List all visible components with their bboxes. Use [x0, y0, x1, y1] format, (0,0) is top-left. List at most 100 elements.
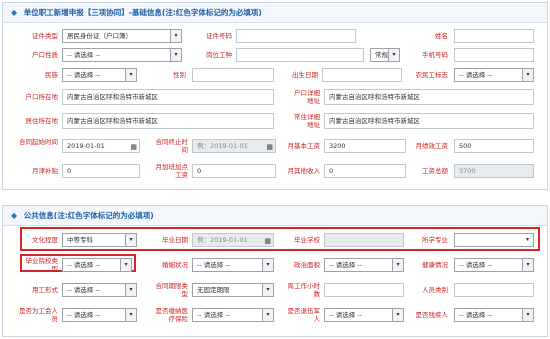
- diamond-icon: ◆: [11, 211, 18, 220]
- label-name: 姓名: [435, 32, 448, 40]
- disabled-select[interactable]: -- 请选择 -- ▾: [454, 308, 534, 322]
- union-member-select[interactable]: -- 请选择 -- ▾: [62, 308, 137, 322]
- label-performance-salary: 月绩效工资: [415, 142, 449, 150]
- label-overtime-pay: 月加班加点工资: [155, 163, 189, 179]
- other-income-input[interactable]: 0: [324, 164, 406, 178]
- contract-start-input[interactable]: 2019-01-01 ▦: [62, 139, 140, 153]
- basic-info-header: ◆ 单位职工新增申报【三项协同】-基础信息(注:红色字体标记的为必填项): [3, 3, 547, 23]
- chevron-down-icon: ▾: [262, 259, 273, 271]
- overtime-pay-input[interactable]: 0: [192, 164, 276, 178]
- school-type-select[interactable]: -- 请选择 -- ▾: [62, 258, 132, 272]
- weekly-hours-input[interactable]: [324, 283, 404, 297]
- label-hukou-type: 户口性质: [32, 51, 58, 59]
- label-ethnicity: 民族: [45, 71, 58, 79]
- job-type-input[interactable]: [236, 48, 364, 62]
- label-residence-address: 常住详细地址: [294, 113, 320, 129]
- chevron-down-icon: ▾: [392, 309, 403, 321]
- allowance-input[interactable]: 0: [62, 164, 140, 178]
- diamond-icon: ◆: [11, 8, 18, 17]
- calendar-icon[interactable]: ▦: [264, 235, 271, 246]
- public-info-header: ◆ 公共信息(注:红色字体标记的为必填项): [3, 206, 547, 226]
- label-personnel-category: 人员类别: [422, 286, 448, 294]
- education-select[interactable]: 中等专科 ▾: [62, 233, 137, 247]
- ethnicity-select[interactable]: -- 请选择 -- ▾: [62, 68, 137, 82]
- chevron-down-icon: ▾: [125, 309, 136, 321]
- label-id-number: 证件号码: [206, 32, 232, 40]
- basic-info-title: 单位职工新增申报【三项协同】-基础信息(注:红色字体标记的为必填项): [23, 8, 262, 17]
- contract-end-input[interactable]: 例：2019-01-01 ▦: [192, 139, 276, 153]
- label-medical-insurance: 是否缴纳医疗保险: [155, 307, 189, 323]
- health-select[interactable]: -- 请选择 -- ▾: [454, 258, 534, 272]
- chevron-down-icon: ▾: [522, 69, 533, 81]
- personnel-category-input[interactable]: [454, 283, 534, 297]
- calendar-icon[interactable]: ▦: [130, 141, 137, 152]
- label-health: 健康情况: [422, 261, 448, 269]
- chevron-down-icon: ▾: [125, 284, 136, 296]
- id-number-input[interactable]: [236, 29, 356, 43]
- job-category-select[interactable]: 常规 ▾: [370, 48, 400, 62]
- veteran-select[interactable]: -- 请选择 -- ▾: [324, 308, 404, 322]
- label-hukou-location: 户口所在地: [25, 93, 59, 101]
- performance-salary-input[interactable]: 500: [454, 139, 534, 153]
- chevron-down-icon: ▾: [525, 236, 529, 243]
- total-salary-input: 3700: [454, 164, 534, 178]
- contract-term-type-select[interactable]: 无固定期限 ▾: [192, 283, 274, 297]
- label-contract-end: 合同终止时间: [155, 138, 189, 154]
- label-hukou-address: 户口详细地址: [294, 89, 320, 105]
- label-mobile: 手机号码: [422, 51, 448, 59]
- label-contract-term-type: 合同期限类型: [155, 282, 189, 298]
- gender-input[interactable]: [192, 68, 274, 82]
- birth-date-input[interactable]: [322, 68, 402, 82]
- label-allowance: 月津补贴: [32, 167, 58, 175]
- hukou-address-input[interactable]: 内蒙古自治区呼和浩特市新城区: [324, 89, 534, 105]
- political-status-select[interactable]: -- 请选择 -- ▾: [324, 258, 404, 272]
- major-select[interactable]: ▾: [454, 233, 534, 247]
- graduation-date-input[interactable]: 例：2019-01-01 ▦: [192, 233, 274, 247]
- label-base-salary: 月基本工资: [287, 142, 321, 150]
- chevron-down-icon: ▾: [388, 49, 399, 61]
- chevron-down-icon: ▾: [125, 69, 136, 81]
- hukou-type-select[interactable]: -- 请选择 -- ▾: [62, 48, 182, 62]
- chevron-down-icon: ▾: [522, 309, 533, 321]
- chevron-down-icon: ▾: [262, 284, 273, 296]
- base-salary-input[interactable]: 3200: [324, 139, 406, 153]
- chevron-down-icon: ▾: [170, 49, 181, 61]
- label-job-type: 岗位工种: [206, 51, 232, 59]
- label-other-income: 月其他收入: [287, 167, 321, 175]
- hukou-location-input[interactable]: 内蒙古自治区呼和浩特市新城区: [62, 89, 274, 105]
- employment-form-select[interactable]: -- 请选择 -- ▾: [62, 283, 137, 297]
- public-info-title: 公共信息(注:红色字体标记的为必填项): [23, 211, 154, 220]
- residence-location-input[interactable]: 内蒙古自治区呼和浩特市新城区: [62, 113, 274, 129]
- label-id-type: 证件类型: [32, 32, 58, 40]
- label-union-member: 是否为工会人员: [19, 307, 58, 323]
- label-graduation-date: 毕业日期: [162, 236, 188, 244]
- chevron-down-icon: ▾: [522, 259, 533, 271]
- label-contract-start: 合同起始时间: [19, 138, 58, 146]
- chevron-down-icon: ▾: [392, 259, 403, 271]
- label-marital-status: 婚姻状况: [162, 261, 188, 269]
- marital-status-select[interactable]: -- 请选择 -- ▾: [192, 258, 274, 272]
- graduation-school-input[interactable]: [324, 233, 404, 247]
- label-veteran: 是否退伍军人: [287, 307, 321, 323]
- label-residence-location: 居住所在地: [25, 117, 59, 125]
- migrant-worker-select[interactable]: -- 请选择 -- ▾: [454, 68, 534, 82]
- medical-insurance-select[interactable]: -- 请选择 -- ▾: [192, 308, 274, 322]
- label-gender: 性别: [173, 71, 186, 79]
- label-birth-date: 出生日期: [292, 71, 318, 79]
- id-type-select[interactable]: 居民身份证（户口簿） ▾: [62, 29, 182, 43]
- residence-address-input[interactable]: 内蒙古自治区呼和浩特市新城区: [324, 113, 534, 129]
- label-graduation-school: 毕业学校: [294, 236, 320, 244]
- name-input[interactable]: [454, 29, 534, 43]
- chevron-down-icon: ▾: [170, 30, 181, 42]
- chevron-down-icon: ▾: [262, 309, 273, 321]
- label-school-type: 毕业院校类型: [25, 257, 59, 273]
- label-political-status: 政治面貌: [294, 261, 320, 269]
- label-employment-form: 用工形式: [32, 286, 58, 294]
- label-weekly-hours: 周工作小时数: [287, 282, 321, 298]
- label-major: 所学专业: [422, 236, 448, 244]
- label-migrant-worker: 农民工标志: [415, 71, 449, 79]
- mobile-input[interactable]: [454, 48, 534, 62]
- calendar-icon[interactable]: ▦: [266, 141, 273, 152]
- chevron-down-icon: ▾: [120, 259, 131, 271]
- label-disabled: 是否残疾人: [415, 311, 449, 319]
